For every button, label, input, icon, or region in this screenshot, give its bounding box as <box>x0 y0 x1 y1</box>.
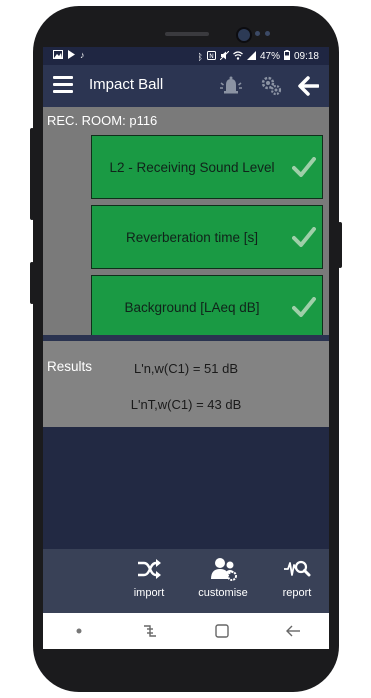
waveform-search-icon <box>262 557 329 581</box>
earpiece-speaker <box>165 32 209 36</box>
checkmark-icon <box>292 157 316 182</box>
music-note-icon: ♪ <box>80 50 85 60</box>
empty-area <box>43 427 329 549</box>
image-icon <box>53 50 63 61</box>
shuffle-icon <box>114 557 184 581</box>
alarm-bell-icon[interactable] <box>219 75 243 102</box>
checkmark-icon <box>292 227 316 252</box>
volume-button <box>30 128 34 220</box>
status-bar: ♪ ᛒ N 47% 09:18 <box>43 47 329 65</box>
nfc-icon: N <box>206 50 216 63</box>
hamburger-menu-icon[interactable] <box>53 76 73 94</box>
signal-icon <box>246 50 256 63</box>
mute-icon <box>219 50 230 63</box>
home-icon[interactable] <box>202 619 242 643</box>
gears-icon[interactable] <box>259 75 283 102</box>
customise-label: customise <box>198 587 248 599</box>
step-label: L2 - Receiving Sound Level <box>109 160 275 175</box>
results-panel: Results L'n,w(C1) = 51 dB L'nT,w(C1) = 4… <box>43 341 329 427</box>
result-value: L'nT,w(C1) = 43 dB <box>130 397 242 412</box>
bottom-toolbar: import customise report <box>43 549 329 613</box>
screen: ♪ ᛒ N 47% 09:18 Impact Ball REC. ROOM: p… <box>43 47 329 649</box>
step-receiving-sound-level[interactable]: L2 - Receiving Sound Level <box>91 135 323 199</box>
measurement-steps: L2 - Receiving Sound Level Reverberation… <box>43 135 329 339</box>
back-arrow-icon[interactable] <box>297 76 320 101</box>
proximity-sensor <box>255 31 260 36</box>
result-value: L'n,w(C1) = 51 dB <box>133 361 238 376</box>
svg-text:N: N <box>209 53 214 60</box>
back-icon[interactable] <box>273 619 313 643</box>
step-background[interactable]: Background [LAeq dB] <box>91 275 323 339</box>
step-label: Background [LAeq dB] <box>124 300 260 315</box>
page-title: Impact Ball <box>89 76 164 93</box>
dot-icon[interactable] <box>59 619 99 643</box>
app-bar: Impact Ball <box>43 65 329 107</box>
step-label: Reverberation time [s] <box>125 230 259 245</box>
report-label: report <box>282 587 312 599</box>
import-button[interactable]: import <box>114 557 184 599</box>
iris-sensor <box>265 31 270 36</box>
power-button <box>338 222 342 268</box>
room-header: REC. ROOM: p116 <box>43 107 329 135</box>
battery-icon <box>283 50 290 63</box>
step-reverberation-time[interactable]: Reverberation time [s] <box>91 205 323 269</box>
clock: 09:18 <box>293 51 319 62</box>
report-button[interactable]: report <box>262 557 329 599</box>
checkmark-icon <box>292 297 316 322</box>
front-camera <box>236 27 252 43</box>
system-navigation-bar <box>43 613 329 649</box>
import-label: import <box>133 587 165 599</box>
play-store-icon <box>67 50 76 61</box>
bluetooth-icon: ᛒ <box>197 51 203 62</box>
wifi-icon <box>233 50 243 63</box>
battery-level: 47% <box>259 51 280 62</box>
room-label: REC. ROOM: p116 <box>47 113 158 128</box>
recent-apps-icon[interactable] <box>130 619 170 643</box>
users-gear-icon <box>188 557 258 581</box>
customise-button[interactable]: customise <box>188 557 258 599</box>
bixby-button <box>30 262 34 304</box>
